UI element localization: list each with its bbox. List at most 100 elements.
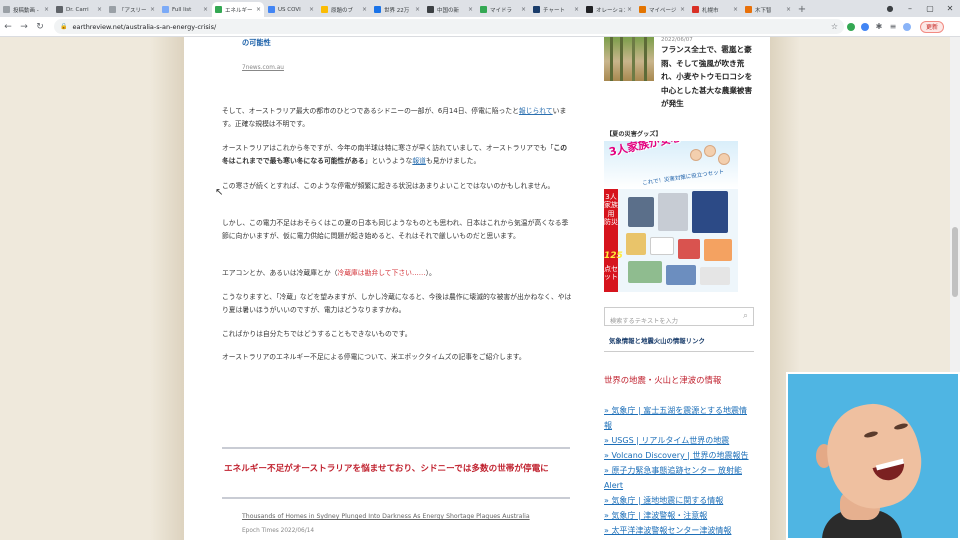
tab-strip: 投稿動画 - × Dr. Carri × 「アスリー × Full list × エネルギー × U… <box>0 0 960 17</box>
tab-title: マイドラ <box>490 7 513 14</box>
extension-icon-blue[interactable] <box>858 20 872 34</box>
browser-tab[interactable]: マイページ × <box>636 2 688 17</box>
tab-favicon-icon <box>56 6 63 13</box>
disaster-kit-ad[interactable]: 3人家族が安心の災害対策 これで！災害対策に役立つセット 3人家族用 防災 12… <box>604 141 738 292</box>
quake-link-item[interactable]: » 原子力緊急事態追跡センター 放射能Alert <box>604 463 754 493</box>
tab-close-icon[interactable]: × <box>627 6 632 13</box>
browser-tab[interactable]: オレーション× <box>583 2 635 17</box>
page-shadow-left <box>150 37 184 540</box>
new-tab-button[interactable]: + <box>795 2 809 17</box>
close-window-icon[interactable]: ✕ <box>940 4 960 13</box>
browser-tab[interactable]: US COVI × <box>265 2 317 17</box>
tab-close-icon[interactable]: × <box>256 6 261 13</box>
quake-link-item[interactable]: » 気象庁 | 富士五湖を震源とする地震情報 <box>604 403 754 433</box>
search-icon[interactable]: ⌕ <box>743 311 748 321</box>
forward-icon[interactable]: → <box>16 22 32 32</box>
quake-link-item[interactable]: » USGS | リアルタイム世界の地震 <box>604 433 754 448</box>
tab-favicon-icon <box>745 6 752 13</box>
browser-tab[interactable]: 「アスリー × <box>106 2 158 17</box>
paragraph-7: こればかりは自分たちではどうすることもできないものです。 <box>222 330 412 338</box>
news-title-link[interactable]: フランス全土で、雹嵐と豪雨、そして強風が吹き荒れ、小麦やトウモロコシを中心とした… <box>661 43 755 111</box>
paragraph-text: そして、オーストラリア最大の都市のひとつであるシドニーの一部が、6月14日、停電… <box>222 107 519 115</box>
account-icon[interactable] <box>900 20 914 34</box>
tab-favicon-icon <box>162 6 169 13</box>
tab-close-icon[interactable]: × <box>468 6 473 13</box>
tab-title: 世界 22万 <box>384 7 410 14</box>
tab-close-icon[interactable]: × <box>362 6 367 13</box>
ad-band-text: 3人家族用 防災 <box>604 193 618 227</box>
browser-tab[interactable]: チャート × <box>530 2 582 17</box>
tab-favicon-icon <box>427 6 434 13</box>
quake-divider <box>604 351 754 352</box>
tab-close-icon[interactable]: × <box>203 6 208 13</box>
tab-favicon-icon <box>639 6 646 13</box>
browser-tab[interactable]: 原題のブ × <box>318 2 370 17</box>
related-divider-bottom <box>222 497 570 499</box>
quake-link-item[interactable]: » 太平洋津波警報センター津波情報 <box>604 523 754 538</box>
paragraph-1: そして、オーストラリア最大の都市のひとつであるシドニーの一部が、6月14日、停電… <box>222 105 572 130</box>
tab-title: 中国の新 <box>437 7 460 14</box>
browser-tab[interactable]: 投稿動画 - × <box>0 2 52 17</box>
extensions-puzzle-icon[interactable]: ✱ <box>872 20 886 34</box>
quake-info-link[interactable]: 気象情報と地震火山の情報リンク <box>609 336 705 345</box>
lock-icon[interactable]: 🔒 <box>60 23 67 30</box>
webcam-overlay <box>786 372 960 540</box>
scrollbar-thumb[interactable] <box>952 227 958 297</box>
tab-title: US COVI <box>278 6 301 13</box>
minimize-icon[interactable]: – <box>900 4 920 13</box>
reported-link[interactable]: 報じられて <box>519 107 553 115</box>
tab-close-icon[interactable]: × <box>733 6 738 13</box>
paragraph-text: ）。 <box>425 269 436 277</box>
back-icon[interactable]: ← <box>0 22 16 32</box>
red-aside-text: 冷蔵庫は勘弁して下さい…… <box>337 269 426 277</box>
browser-tab[interactable]: マイドラ × <box>477 2 529 17</box>
paragraph-5: エアコンとか、あるいは冷蔵庫とか（冷蔵庫は勘弁して下さい……）。 <box>222 267 572 280</box>
webcam-border <box>786 372 960 540</box>
related-article-link[interactable]: Thousands of Homes in Sydney Plunged Int… <box>242 511 530 524</box>
paragraph-8: オーストラリアのエネルギー不足による停電について、米エポックタイムズの記事をご紹… <box>222 353 526 361</box>
tab-close-icon[interactable]: × <box>786 6 791 13</box>
tab-close-icon[interactable]: × <box>415 6 420 13</box>
ad-goods-image <box>622 191 736 290</box>
search-input[interactable] <box>605 313 731 330</box>
bookmark-star-icon[interactable]: ☆ <box>831 22 838 31</box>
tab-favicon-icon <box>215 6 222 13</box>
paragraph-text: オーストラリアはこれから冬ですが、今年の南半球は特に寒さが早く訪れていまして、オ… <box>222 144 554 152</box>
tab-close-icon[interactable]: × <box>521 6 526 13</box>
tab-close-icon[interactable]: × <box>680 6 685 13</box>
browser-toolbar: ← → ↻ 🔒 earthreview.net/australia-s-an-e… <box>0 17 960 37</box>
browser-tab[interactable]: 世界 22万 × <box>371 2 423 17</box>
tab-close-icon[interactable]: × <box>574 6 579 13</box>
browser-tab[interactable]: Full list × <box>159 2 211 17</box>
quake-link-item[interactable]: » Volcano Discovery | 世界の地震報告 <box>604 448 754 463</box>
tab-close-icon[interactable]: × <box>309 6 314 13</box>
tab-title: Full list <box>172 6 192 13</box>
media-icon[interactable]: ≡ <box>886 20 900 34</box>
url-text[interactable]: earthreview.net/australia-s-an-energy-cr… <box>72 23 216 31</box>
source-box-site[interactable]: 7news.com.au <box>242 62 284 75</box>
profile-icon[interactable]: ● <box>880 4 900 13</box>
browser-tab[interactable]: 木下智 × <box>742 2 794 17</box>
tab-title: エネルギー <box>225 7 253 14</box>
sidebar-search: ⌕ <box>604 307 754 330</box>
extension-icon-green[interactable] <box>844 20 858 34</box>
reload-icon[interactable]: ↻ <box>32 22 48 32</box>
tab-favicon-icon <box>374 6 381 13</box>
address-bar[interactable]: 🔒 earthreview.net/australia-s-an-energy-… <box>54 19 844 34</box>
news-report-link[interactable]: 報道 <box>412 157 426 165</box>
paragraph-2: オーストラリアはこれから冬ですが、今年の南半球は特に寒さが早く訪れていまして、オ… <box>222 142 572 167</box>
browser-tab[interactable]: Dr. Carri × <box>53 2 105 17</box>
update-button[interactable]: 更新 <box>920 20 945 33</box>
tab-close-icon[interactable]: × <box>44 6 49 13</box>
browser-tab[interactable]: エネルギー × <box>212 2 264 17</box>
news-thumbnail[interactable] <box>604 37 654 81</box>
maximize-icon[interactable]: ▢ <box>920 4 940 13</box>
browser-tab[interactable]: 札幌市 × <box>689 2 741 17</box>
paragraph-3: この寒さが続くとすれば、このような停電が頻繁に起きる状況はあまりよいことではない… <box>222 182 555 190</box>
tab-close-icon[interactable]: × <box>97 6 102 13</box>
browser-tab[interactable]: 中国の新 × <box>424 2 476 17</box>
source-box-title[interactable]: の可能性 <box>242 37 271 50</box>
quake-link-item[interactable]: » 気象庁 | 津波警報・注意報 <box>604 508 754 523</box>
quake-link-item[interactable]: » 気象庁 | 遠地地震に関する情報 <box>604 493 754 508</box>
tab-close-icon[interactable]: × <box>150 6 155 13</box>
